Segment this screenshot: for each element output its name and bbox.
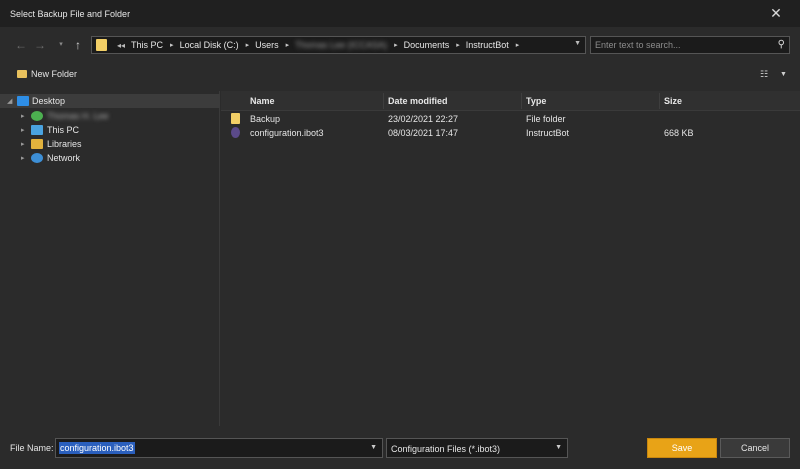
tree-label: Libraries [47,139,82,149]
column-header-date[interactable]: Date modified [388,96,448,106]
file-name: configuration.ibot3 [250,128,324,138]
tree-item-network[interactable]: ▸ Network [0,151,220,165]
tree-label: Thomas H. Lee [47,111,109,121]
breadcrumb-user-folder[interactable]: Thomas Lee (ICCASA) [295,40,387,50]
forward-arrow-icon[interactable]: → [33,38,47,52]
expand-icon[interactable]: ▸ [21,140,25,148]
breadcrumb-users[interactable]: Users [255,40,279,50]
table-row[interactable]: Backup 23/02/2021 22:27 File folder [221,112,800,126]
breadcrumb-instructbot[interactable]: InstructBot [466,40,509,50]
breadcrumb-documents[interactable]: Documents [404,40,450,50]
toolbar: New Folder ☷ ▼ [0,63,800,91]
file-type-value: Configuration Files (*.ibot3) [391,444,501,454]
file-date: 08/03/2021 17:47 [388,128,459,138]
file-list-header: Name Date modified Type Size [221,91,800,111]
back-arrow-icon[interactable]: ← [14,38,28,52]
title-bar: Select Backup File and Folder ✕ [0,0,800,27]
tree-item-desktop[interactable]: ◢ Desktop [0,94,220,108]
tree-label: This PC [47,125,80,135]
file-type: InstructBot [526,128,570,138]
save-button[interactable]: Save [647,438,717,458]
desktop-icon [17,96,29,106]
chevron-right-icon[interactable]: ▸ [516,41,520,49]
search-placeholder[interactable]: Enter text to search... [595,40,681,50]
collapse-icon[interactable]: ◢ [7,97,12,105]
new-folder-icon [17,70,27,78]
file-date: 23/02/2021 22:27 [388,114,459,124]
column-divider[interactable] [521,93,522,109]
computer-icon [31,125,43,135]
chevron-right-icon[interactable]: ▸ [170,41,174,49]
cancel-button[interactable]: Cancel [720,438,790,458]
bottom-bar: File Name: configuration.ibot3 ▼ Configu… [0,426,800,469]
chevron-right-icon[interactable]: ▸ [246,41,250,49]
file-size: 668 KB [664,128,694,138]
tree-item-this-pc[interactable]: ▸ This PC [0,123,220,137]
column-divider[interactable] [383,93,384,109]
new-folder-button[interactable]: New Folder [17,69,77,79]
expand-icon[interactable]: ▸ [21,112,25,120]
address-dropdown-icon[interactable]: ▼ [574,40,581,47]
column-divider[interactable] [659,93,660,109]
file-type-select[interactable]: Configuration Files (*.ibot3) ▼ [386,438,568,458]
up-arrow-icon[interactable]: ↑ [71,38,85,52]
network-icon [31,153,43,163]
file-name-value[interactable]: configuration.ibot3 [59,442,135,454]
column-header-size[interactable]: Size [664,96,682,106]
column-header-type[interactable]: Type [526,96,546,106]
tree-item-user[interactable]: ▸ Thomas H. Lee [0,109,220,123]
file-name-input[interactable]: configuration.ibot3 ▼ [55,438,383,458]
tree-item-libraries[interactable]: ▸ Libraries [0,137,220,151]
expand-icon[interactable]: ▸ [21,154,25,162]
file-type: File folder [526,114,566,124]
recent-locations-dropdown-icon[interactable]: ▾ [54,38,68,52]
tree-label: Network [47,153,81,163]
breadcrumb-local-disk[interactable]: Local Disk (C:) [180,40,239,50]
new-folder-label: New Folder [31,69,78,79]
close-icon[interactable]: ✕ [768,5,784,21]
user-icon [31,111,43,121]
view-dropdown-icon[interactable]: ▼ [780,71,787,78]
file-name-dropdown-icon[interactable]: ▼ [370,444,377,451]
table-row[interactable]: configuration.ibot3 08/03/2021 17:47 Ins… [221,126,800,140]
address-bar[interactable]: ◂◂ This PC ▸ Local Disk (C:) ▸ Users ▸ T… [91,36,586,54]
search-box[interactable]: Enter text to search... ⚲ [590,36,790,54]
file-name: Backup [250,114,281,124]
file-list: Name Date modified Type Size Backup 23/0… [221,91,800,426]
chevron-double-left-icon[interactable]: ◂◂ [117,41,125,50]
file-type-dropdown-icon[interactable]: ▼ [555,444,562,451]
chevron-right-icon[interactable]: ▸ [394,41,398,49]
expand-icon[interactable]: ▸ [21,126,25,134]
view-options-icon[interactable]: ☷ [760,69,774,81]
chevron-right-icon[interactable]: ▸ [456,41,460,49]
navigation-tree: ◢ Desktop ▸ Thomas H. Lee ▸ This PC ▸ Li… [0,91,220,426]
ibot-file-icon [231,127,240,138]
libraries-icon [31,139,43,149]
breadcrumb-this-pc[interactable]: This PC [131,40,163,50]
column-header-name[interactable]: Name [250,96,275,106]
tree-label: Desktop [32,96,66,106]
window-title: Select Backup File and Folder [10,8,131,19]
chevron-right-icon[interactable]: ▸ [286,41,290,49]
search-icon[interactable]: ⚲ [778,39,785,50]
folder-icon [96,39,107,51]
file-name-label: File Name: [10,443,54,453]
folder-icon [231,113,240,124]
